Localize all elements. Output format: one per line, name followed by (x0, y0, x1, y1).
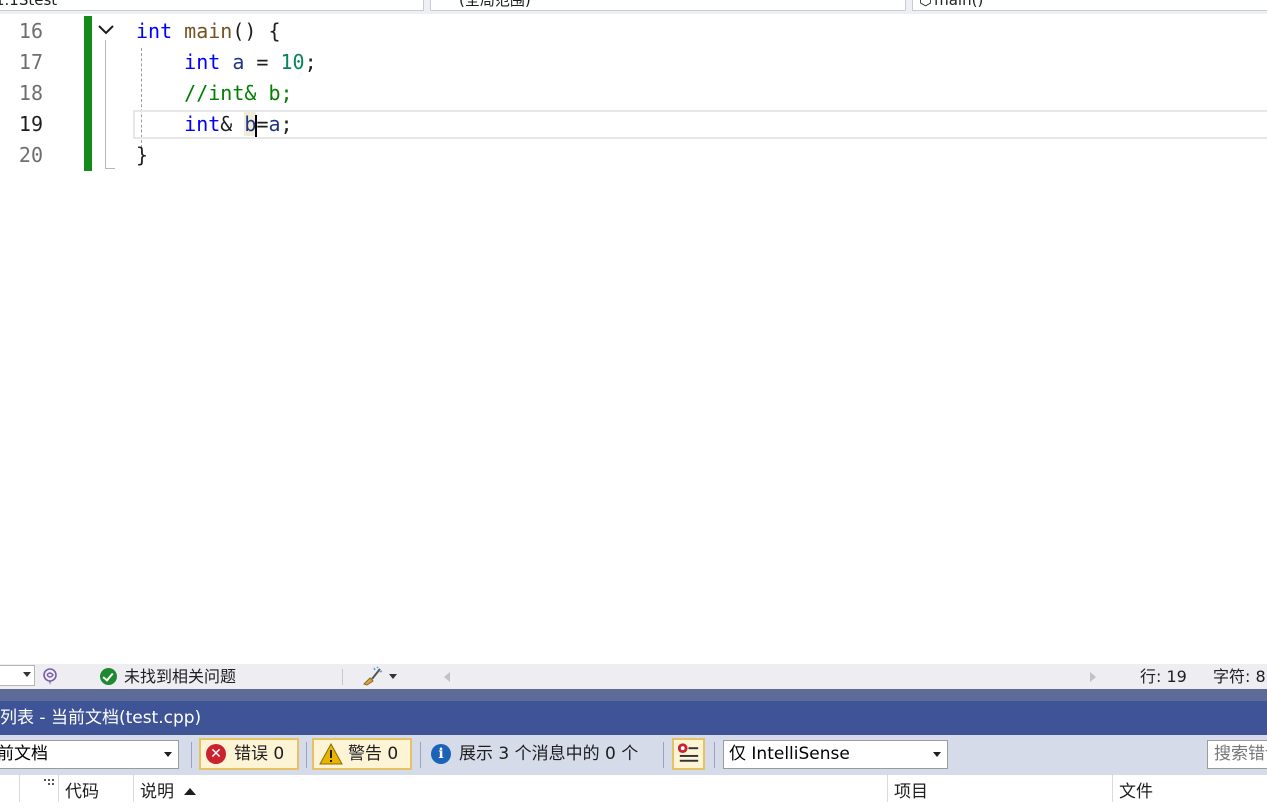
scope-filter-label: 当前文档 (0, 744, 48, 764)
intellicode-icon[interactable] (40, 666, 60, 686)
column-separator (887, 775, 888, 802)
comment: //int& b; (184, 81, 293, 105)
separator (420, 742, 421, 768)
warning-icon (319, 743, 343, 765)
column-header-description[interactable]: 说明 (140, 775, 196, 802)
code-line[interactable]: 16 int main() { (0, 16, 1267, 47)
column-separator (19, 775, 20, 802)
column-separator (133, 775, 134, 802)
punctuation: ; (304, 50, 317, 74)
scope-dropdown[interactable]: (全局范围) (430, 0, 906, 11)
errors-filter-button[interactable]: ✕ 错误 0 (199, 738, 299, 770)
separator (191, 742, 192, 768)
sort-ascending-icon (184, 788, 196, 795)
operator: = (256, 112, 269, 136)
column-options-icon[interactable] (44, 779, 54, 787)
error-list-title-bar[interactable]: 错误列表 - 当前文档(test.cpp) (0, 701, 1267, 735)
keyword: int (136, 19, 173, 43)
code-line-current[interactable]: 19 int& b=a; (0, 109, 1267, 140)
error-icon: ✕ (206, 744, 226, 764)
navigation-bar: 1.1Stest (全局范围) ⬡ main() (0, 0, 1267, 14)
column-separator (1112, 775, 1113, 802)
punctuation: () { (232, 19, 281, 43)
source-filter-dropdown[interactable]: 仅 IntelliSense (723, 740, 948, 769)
separator (306, 742, 307, 768)
error-list-title: 错误列表 - 当前文档(test.cpp) (0, 708, 202, 728)
current-line-highlight (133, 110, 1267, 139)
info-icon: i (431, 744, 451, 764)
line-number: 19 (18, 112, 43, 136)
scroll-left-icon[interactable] (444, 672, 450, 682)
error-list-header: 代码 说明 项目 文件 (0, 775, 1267, 802)
keyword: int (184, 50, 221, 74)
variable: a (268, 112, 281, 136)
search-placeholder: 搜索错误列表 (1214, 744, 1267, 764)
operator: & (220, 112, 245, 136)
errors-count: 错误 0 (234, 744, 285, 764)
line-number: 16 (18, 19, 43, 43)
line-number: 17 (18, 50, 43, 74)
project-dropdown[interactable]: 1.1Stest (0, 0, 424, 11)
source-filter-label: 仅 IntelliSense (729, 744, 850, 764)
check-circle-icon[interactable] (100, 668, 117, 685)
scroll-right-icon[interactable] (1090, 672, 1096, 682)
cursor-column: 字符: 8 (1213, 667, 1266, 686)
chevron-down-icon[interactable] (389, 674, 397, 679)
function-name: main (184, 19, 233, 43)
column-header-description-label: 说明 (140, 782, 174, 802)
keyword: int (184, 112, 221, 136)
column-header-file[interactable]: 文件 (1119, 775, 1153, 802)
panel-splitter[interactable] (0, 689, 1267, 701)
separator (663, 742, 664, 768)
code-line[interactable]: 17 int a = 10; (0, 47, 1267, 78)
cube-icon: ⬡ (919, 0, 933, 9)
code-editor[interactable]: 16 int main() { 17 int a = 10; 18 //int&… (0, 14, 1267, 664)
build-intellisense-filter-button[interactable] (672, 738, 705, 770)
warnings-filter-button[interactable]: 警告 0 (312, 738, 412, 770)
number-literal: 10 (280, 50, 305, 74)
code-cleanup-icon[interactable] (361, 666, 383, 686)
code-line[interactable]: 20 } (0, 140, 1267, 171)
column-separator (58, 775, 59, 802)
chevron-down-icon (933, 752, 941, 757)
member-dropdown-label: main() (934, 0, 984, 9)
punctuation: } (136, 143, 149, 167)
scope-dropdown-label: (全局范围) (459, 0, 531, 9)
code-line[interactable]: 18 //int& b; (0, 78, 1267, 109)
separator (342, 669, 343, 685)
error-list-toolbar: 当前文档 ✕ 错误 0 警告 0 i 展示 3 个消息中的 0 个 仅 Inte… (0, 735, 1267, 775)
editor-status-bar: 未找到相关问题 行: 19 字符: 8 (0, 664, 1267, 689)
line-number: 18 (18, 81, 43, 105)
project-dropdown-label: 1.1Stest (0, 0, 58, 9)
column-header-project[interactable]: 项目 (894, 775, 928, 802)
chevron-down-icon (164, 752, 172, 757)
cursor-row: 行: 19 (1140, 667, 1187, 686)
scope-filter-dropdown[interactable]: 当前文档 (0, 740, 179, 769)
warnings-count: 警告 0 (348, 744, 399, 764)
filter-list-icon (677, 743, 699, 762)
operator: = (244, 50, 281, 74)
variable: a (232, 50, 245, 74)
messages-count: 展示 3 个消息中的 0 个 (459, 744, 639, 764)
member-dropdown[interactable]: ⬡ main() (912, 0, 1267, 11)
column-header-code[interactable]: 代码 (65, 775, 99, 802)
chevron-down-icon (23, 672, 31, 677)
punctuation: ; (280, 112, 293, 136)
issues-status[interactable]: 未找到相关问题 (124, 664, 236, 689)
line-number: 20 (18, 143, 43, 167)
separator (714, 742, 715, 768)
search-error-list-input[interactable]: 搜索错误列表 (1207, 740, 1267, 769)
zoom-dropdown[interactable] (0, 665, 35, 686)
